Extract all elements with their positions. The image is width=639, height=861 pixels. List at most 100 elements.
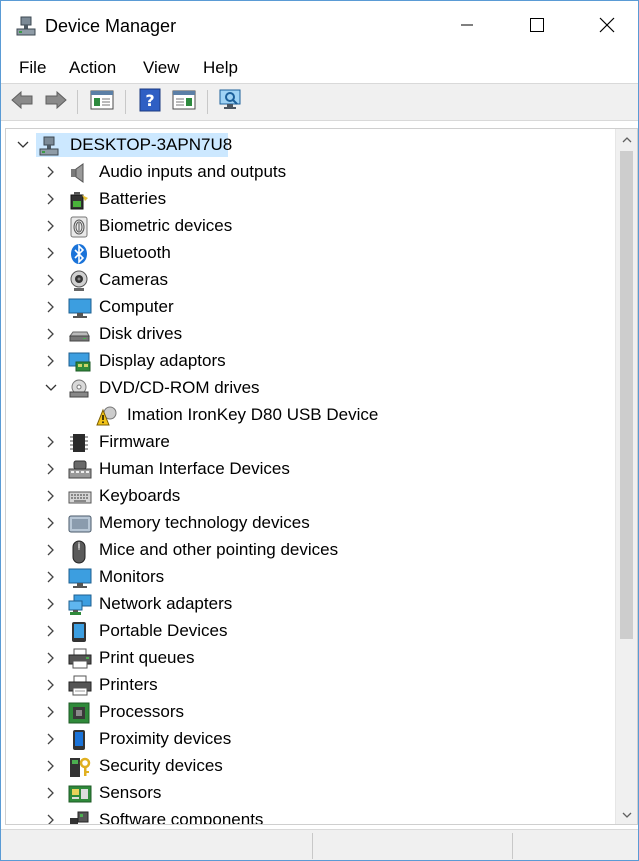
menu-view[interactable]: View [141,58,182,78]
tree-item-sensors[interactable]: Sensors [6,780,610,807]
device-tree: DESKTOP-3APN7U8 Audio inputs and outputs… [5,128,638,825]
tree-item-mice[interactable]: Mice and other pointing devices [6,537,610,564]
help-button[interactable]: ? [137,88,163,115]
tree-item-label: Memory technology devices [99,513,310,532]
hid-icon [68,459,92,481]
chevron-right-icon[interactable] [44,813,58,824]
tree-root-row[interactable]: DESKTOP-3APN7U8 [6,132,610,159]
chevron-right-icon[interactable] [44,435,58,449]
proximity-device-icon [68,729,90,751]
tree-item-label: Network adapters [99,594,233,613]
tree-item-display-adaptors[interactable]: Display adaptors [6,348,610,375]
chevron-down-icon [622,805,632,823]
tree-item-biometric[interactable]: Biometric devices [6,213,610,240]
properties-button[interactable] [89,89,115,115]
chevron-right-icon[interactable] [44,300,58,314]
chevron-right-icon[interactable] [44,543,58,557]
security-device-icon [68,756,91,778]
tree-item-memory[interactable]: Memory technology devices [6,510,610,537]
tree-item-keyboards[interactable]: Keyboards [6,483,610,510]
chevron-right-icon[interactable] [44,489,58,503]
back-button[interactable] [9,89,35,115]
tree-item-label: Print queues [99,648,195,667]
chevron-down-icon[interactable] [44,381,58,395]
print-queue-icon [68,648,92,670]
tree-child-ironkey[interactable]: Imation IronKey D80 USB Device [6,402,610,429]
tree-item-computer[interactable]: Computer [6,294,610,321]
chevron-right-icon[interactable] [44,246,58,260]
scroll-down-button[interactable] [616,804,637,824]
tree-item-label: Sensors [99,783,162,802]
maximize-button[interactable] [502,1,572,53]
tree-item-monitors[interactable]: Monitors [6,564,610,591]
tree-item-network[interactable]: Network adapters [6,591,610,618]
minimize-button[interactable] [432,1,502,53]
chevron-down-icon[interactable] [16,138,30,152]
tree-item-dvd-drives[interactable]: DVD/CD-ROM drives [6,375,610,402]
maximize-icon [530,17,544,37]
tree-item-software[interactable]: Software components [6,807,610,824]
monitor-scan-icon [218,88,244,117]
tree-item-label: DVD/CD-ROM drives [99,378,260,397]
tree-item-portable[interactable]: Portable Devices [6,618,610,645]
close-icon [599,17,615,38]
forward-arrow-icon [44,90,68,115]
mouse-icon [68,540,90,564]
chevron-right-icon[interactable] [44,759,58,773]
chevron-right-icon[interactable] [44,219,58,233]
menu-action[interactable]: Action [67,58,118,78]
chevron-right-icon[interactable] [44,597,58,611]
chevron-right-icon[interactable] [44,354,58,368]
tree-item-cameras[interactable]: Cameras [6,267,610,294]
scan-changes-button[interactable] [171,89,197,115]
vertical-scrollbar[interactable] [615,129,637,824]
tree-item-batteries[interactable]: Batteries [6,186,610,213]
tree-item-audio[interactable]: Audio inputs and outputs [6,159,610,186]
chevron-right-icon[interactable] [44,165,58,179]
tree-item-bluetooth[interactable]: Bluetooth [6,240,610,267]
printer-icon [68,675,92,697]
chevron-right-icon[interactable] [44,327,58,341]
title-bar[interactable]: Device Manager [1,1,638,53]
tree-item-label: Mice and other pointing devices [99,540,339,559]
tree-item-print-queues[interactable]: Print queues [6,645,610,672]
chevron-right-icon[interactable] [44,705,58,719]
disk-drive-icon [68,324,90,346]
scan-hardware-button[interactable] [218,89,244,115]
toolbar-separator [125,90,126,114]
chevron-right-icon[interactable] [44,786,58,800]
tree-item-processors[interactable]: Processors [6,699,610,726]
close-button[interactable] [572,1,638,53]
forward-button[interactable] [43,89,69,115]
device-manager-app-icon [15,15,37,37]
tree-item-disk-drives[interactable]: Disk drives [6,321,610,348]
portable-device-icon [68,621,90,643]
chevron-right-icon[interactable] [44,732,58,746]
tree-item-label: Portable Devices [99,621,228,640]
chevron-right-icon[interactable] [44,192,58,206]
menu-help[interactable]: Help [201,58,240,78]
tree-item-proximity[interactable]: Proximity devices [6,726,610,753]
scrollbar-thumb[interactable] [620,151,633,639]
chevron-right-icon[interactable] [44,273,58,287]
chevron-right-icon[interactable] [44,462,58,476]
chevron-right-icon[interactable] [44,678,58,692]
display-adapter-icon [68,351,91,373]
software-component-icon [68,810,90,824]
tree-item-label: Keyboards [99,486,181,505]
scroll-up-button[interactable] [616,129,637,149]
computer-tree-icon [38,135,60,157]
chevron-right-icon[interactable] [44,516,58,530]
tree-item-security[interactable]: Security devices [6,753,610,780]
status-separator [512,833,513,859]
chevron-right-icon[interactable] [44,651,58,665]
processor-icon [68,702,90,724]
tree-item-printers[interactable]: Printers [6,672,610,699]
tree-item-hid[interactable]: Human Interface Devices [6,456,610,483]
chevron-right-icon[interactable] [44,624,58,638]
minimize-icon [461,18,473,36]
menu-file[interactable]: File [17,58,48,78]
device-manager-window: Device Manager File Action View Help ? D… [0,0,639,861]
tree-item-firmware[interactable]: Firmware [6,429,610,456]
chevron-right-icon[interactable] [44,570,58,584]
